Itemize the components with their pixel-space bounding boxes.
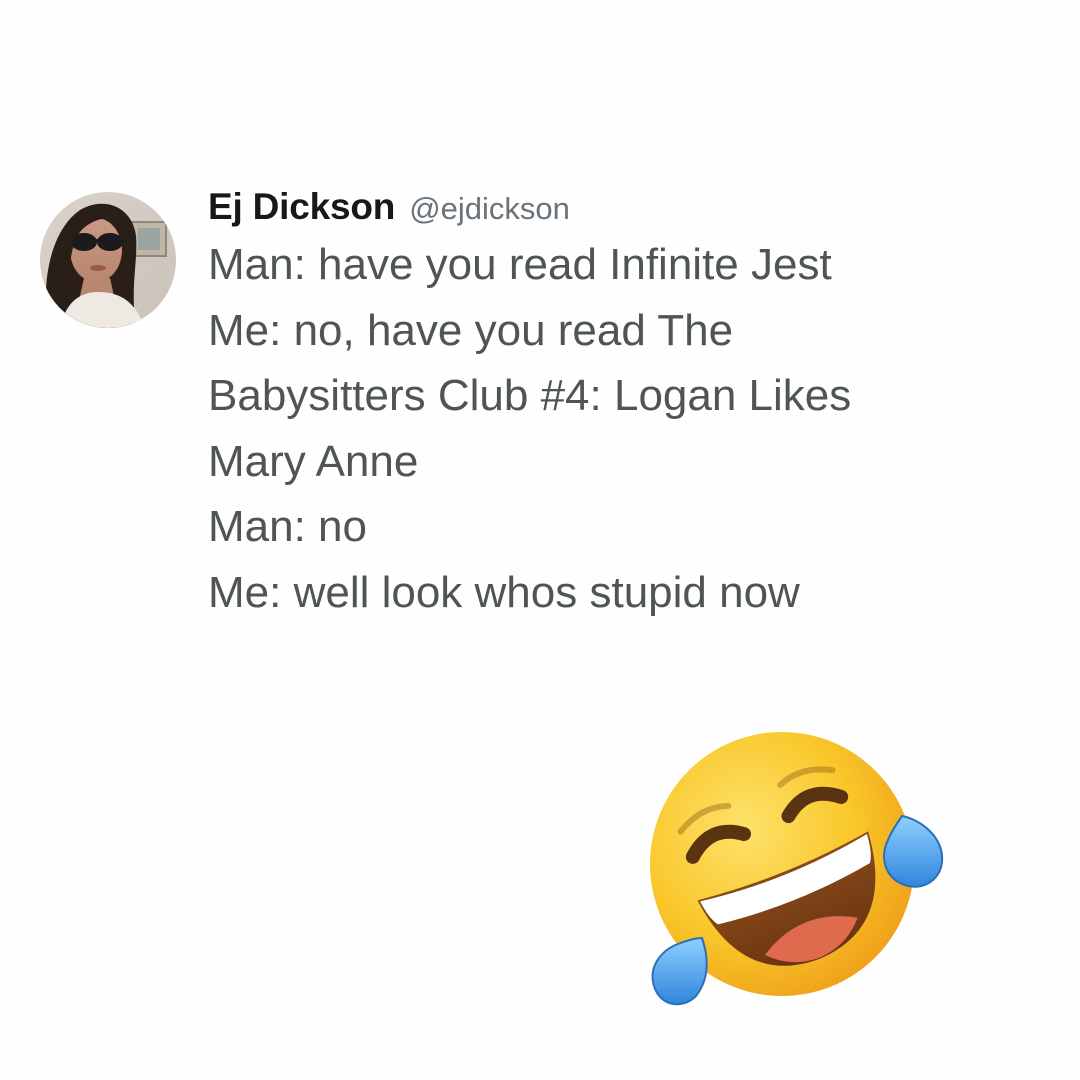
- tweet-text: Man: have you read Infinite Jest Me: no,…: [208, 232, 851, 625]
- tweet-line: Man: no: [208, 502, 367, 551]
- tweet-line: Me: no, have you read The: [208, 305, 734, 355]
- profile-photo-icon: [40, 192, 176, 328]
- tweet-line: Babysitters Club #4: Logan Likes: [208, 371, 852, 420]
- tweet-line: Man: have you read Infinite Jest: [208, 240, 832, 289]
- tweet-screenshot: Ej Dickson @ejdickson Man: have you read…: [0, 0, 1080, 1080]
- tweet-card: Ej Dickson @ejdickson Man: have you read…: [40, 186, 1040, 625]
- display-name[interactable]: Ej Dickson: [208, 186, 395, 228]
- tweet-body: Ej Dickson @ejdickson Man: have you read…: [208, 186, 851, 625]
- face-with-tears-of-joy-icon: [632, 716, 952, 1010]
- user-handle[interactable]: @ejdickson: [409, 191, 570, 227]
- tweet-line: Mary Anne: [208, 436, 419, 486]
- avatar[interactable]: [40, 192, 176, 328]
- tweet-header: Ej Dickson @ejdickson: [208, 186, 851, 230]
- tweet-line: Me: well look whos stupid now: [208, 567, 800, 617]
